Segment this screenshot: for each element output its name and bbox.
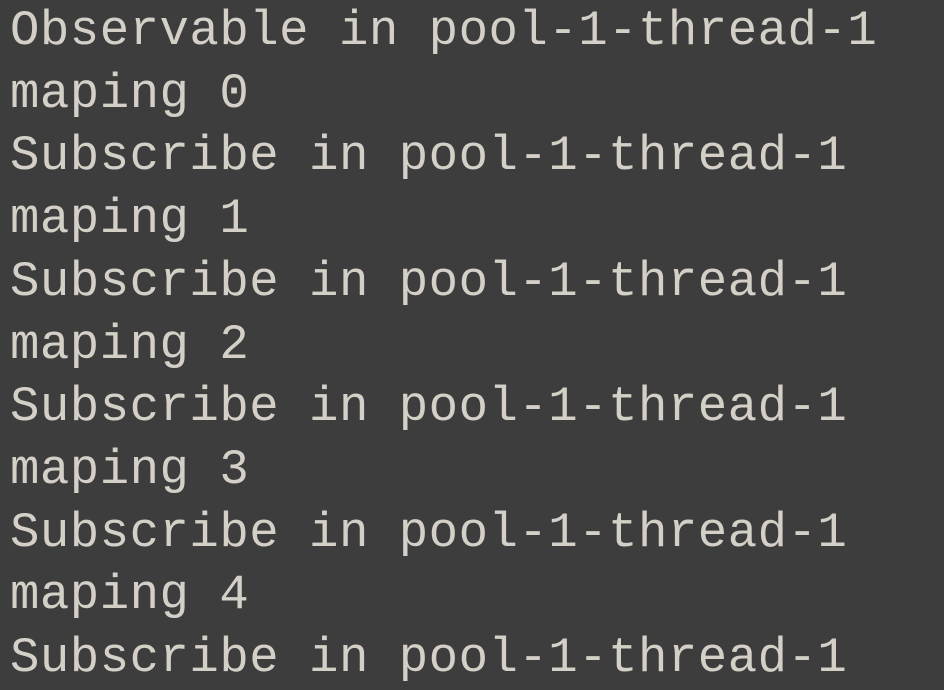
log-line: Observable in pool-1-thread-1 — [10, 0, 934, 63]
log-line: maping 2 — [10, 314, 934, 377]
log-line: Subscribe in pool-1-thread-1 — [10, 627, 934, 690]
log-line: Subscribe in pool-1-thread-1 — [10, 376, 934, 439]
log-line: Subscribe in pool-1-thread-1 — [10, 125, 934, 188]
log-line: maping 0 — [10, 63, 934, 126]
log-line: maping 1 — [10, 188, 934, 251]
log-line: Subscribe in pool-1-thread-1 — [10, 251, 934, 314]
log-line: maping 3 — [10, 439, 934, 502]
log-line: maping 4 — [10, 564, 934, 627]
log-line: Subscribe in pool-1-thread-1 — [10, 502, 934, 565]
console-output: Observable in pool-1-thread-1 maping 0 S… — [0, 0, 944, 690]
